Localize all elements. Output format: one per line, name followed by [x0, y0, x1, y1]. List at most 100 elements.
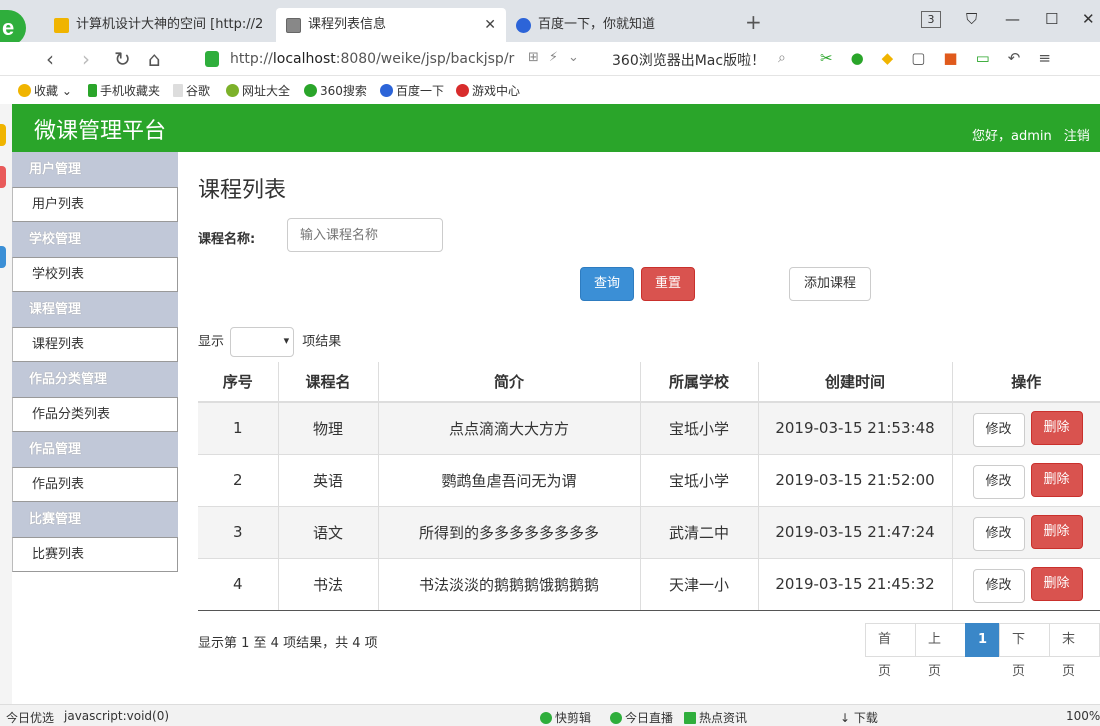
- delete-button[interactable]: 删除: [1030, 515, 1083, 549]
- bookmark-item[interactable]: 游戏中心: [456, 82, 520, 99]
- column-header[interactable]: 所属学校: [640, 362, 759, 403]
- apps-icon[interactable]: ■: [943, 49, 957, 67]
- sidebar-group-title[interactable]: 用户管理: [12, 152, 178, 187]
- back-icon[interactable]: ‹: [46, 47, 54, 71]
- url-text[interactable]: http://localhost:8080/weike/jsp/backjsp/…: [230, 46, 514, 72]
- sidebar-item-works[interactable]: 作品列表: [12, 467, 178, 502]
- today-pick[interactable]: 今日优选: [6, 709, 54, 726]
- add-course-button[interactable]: 添加课程: [789, 267, 871, 301]
- sidebar: 用户管理 用户列表 学校管理 学校列表 课程管理 课程列表 作品分类管理 作品分…: [12, 152, 178, 572]
- browser-tab-active[interactable]: 课程列表信息 ✕: [276, 8, 506, 42]
- sidebar-item-courses[interactable]: 课程列表: [12, 327, 178, 362]
- bookmark-item[interactable]: 手机收藏夹: [88, 82, 160, 99]
- edit-button[interactable]: 修改: [972, 569, 1025, 603]
- cell-school: 武清二中: [640, 505, 759, 558]
- column-header[interactable]: 创建时间: [758, 362, 953, 403]
- delete-button[interactable]: 删除: [1030, 567, 1083, 601]
- bookmark-item[interactable]: 谷歌: [173, 82, 210, 99]
- bookmark-item[interactable]: 网址大全: [226, 82, 290, 99]
- logout-link[interactable]: 注销: [1064, 129, 1090, 144]
- show-prefix: 显示: [198, 334, 225, 350]
- new-tab-icon[interactable]: +: [745, 10, 762, 34]
- sidebar-item-contests[interactable]: 比赛列表: [12, 537, 178, 572]
- edit-button[interactable]: 修改: [972, 465, 1025, 499]
- column-header[interactable]: 课程名: [278, 362, 379, 403]
- browser-tab[interactable]: 百度一下，你就知道: [506, 8, 732, 42]
- translate-icon[interactable]: ●: [851, 49, 864, 67]
- sidebar-group-title[interactable]: 课程管理: [12, 292, 178, 327]
- cell-actions: 修改 删除: [952, 453, 1100, 506]
- close-window-icon[interactable]: ✕: [1082, 10, 1095, 28]
- tab-close-icon[interactable]: ✕: [484, 8, 496, 42]
- game-icon: [456, 84, 469, 97]
- scissors-icon[interactable]: ✂: [820, 49, 833, 67]
- search-icon[interactable]: ⌕: [778, 50, 786, 66]
- news-icon: [684, 712, 696, 724]
- status-item[interactable]: ↓ 下载: [840, 709, 878, 726]
- page-size-select[interactable]: [230, 327, 295, 357]
- sidebar-dot-icon[interactable]: [0, 246, 6, 268]
- bookmark-item[interactable]: 收藏 ⌄: [18, 82, 72, 99]
- sidebar-group-title[interactable]: 学校管理: [12, 222, 178, 257]
- reset-button[interactable]: 重置: [641, 267, 695, 301]
- promo-text[interactable]: 360浏览器出Mac版啦！: [612, 50, 765, 70]
- cell-course-name: 英语: [278, 453, 379, 506]
- status-item[interactable]: 今日直播: [610, 709, 673, 726]
- page-first[interactable]: 首页: [865, 623, 916, 679]
- edit-button[interactable]: 修改: [972, 413, 1025, 448]
- status-item[interactable]: 快剪辑: [540, 709, 591, 726]
- browser-logo-icon[interactable]: e: [0, 10, 26, 46]
- sidebar-item-schools[interactable]: 学校列表: [12, 257, 178, 292]
- sidebar-group-title[interactable]: 比赛管理: [12, 502, 178, 537]
- address-bar: ‹ › ↻ ⌂ http://localhost:8080/weike/jsp/…: [0, 42, 1100, 76]
- cell-intro: 书法淡淡的鹅鹅鹅饿鹅鹅鹅: [378, 557, 641, 611]
- maximize-icon[interactable]: ☐: [1045, 10, 1058, 28]
- forward-icon[interactable]: ›: [82, 47, 90, 71]
- phone-icon: [88, 84, 97, 97]
- sidebar-group-title[interactable]: 作品分类管理: [12, 362, 178, 397]
- tab-count-badge[interactable]: 3: [921, 11, 941, 28]
- cell-course-name: 语文: [278, 505, 379, 558]
- address-tools-icon[interactable]: ⊞⚡⌄: [528, 50, 589, 65]
- zoom-level[interactable]: 100%: [1066, 709, 1100, 723]
- course-name-input[interactable]: [287, 218, 443, 252]
- page-current[interactable]: 1: [964, 623, 1001, 657]
- column-header[interactable]: 序号: [198, 362, 279, 403]
- page-icon: [173, 84, 183, 97]
- cell-course-name: 书法: [278, 557, 379, 611]
- page-next[interactable]: 下页: [999, 623, 1050, 679]
- delete-button[interactable]: 删除: [1030, 463, 1083, 497]
- column-header[interactable]: 简介: [378, 362, 641, 403]
- page-prev[interactable]: 上页: [914, 623, 966, 679]
- query-button[interactable]: 查询: [580, 267, 634, 301]
- security-shield-icon: [205, 51, 219, 67]
- reload-icon[interactable]: ↻: [114, 47, 131, 71]
- ad-block-icon[interactable]: ▢: [911, 49, 925, 67]
- column-header: 操作: [952, 362, 1100, 403]
- cell-actions: 修改 删除: [952, 401, 1100, 454]
- minimize-icon[interactable]: —: [1005, 10, 1020, 28]
- sidebar-group-title[interactable]: 作品管理: [12, 432, 178, 467]
- battery-icon[interactable]: ▭: [976, 49, 990, 67]
- edit-button[interactable]: 修改: [972, 517, 1025, 551]
- status-item[interactable]: 热点资讯: [684, 709, 747, 726]
- sidebar-dot-icon[interactable]: [0, 124, 6, 146]
- page-last[interactable]: 末页: [1049, 623, 1100, 679]
- coupon-icon[interactable]: ◆: [882, 49, 894, 67]
- skin-icon[interactable]: ⛉: [966, 10, 977, 28]
- menu-icon[interactable]: ≡: [1038, 49, 1051, 67]
- sidebar-dot-icon[interactable]: [0, 166, 6, 188]
- search-360-icon: [304, 84, 317, 97]
- cell-actions: 修改 删除: [952, 505, 1100, 558]
- browser-tab[interactable]: 计算机设计大神的空间 [http://2: [44, 8, 262, 42]
- tab-title: 计算机设计大神的空间 [http://2: [76, 17, 262, 32]
- sidebar-item-work-categories[interactable]: 作品分类列表: [12, 397, 178, 432]
- sidebar-item-users[interactable]: 用户列表: [12, 187, 178, 222]
- home-icon[interactable]: ⌂: [148, 47, 161, 71]
- pagination: 首页 上页 1 下页 末页: [865, 623, 1100, 679]
- bookmark-item[interactable]: 百度一下: [380, 82, 444, 99]
- main-content: 课程列表 课程名称: 查询 重置 添加课程 显示 项结果 序号 课程名 简介 所…: [178, 152, 1100, 704]
- delete-button[interactable]: 删除: [1030, 411, 1083, 446]
- bookmark-item[interactable]: 360搜索: [304, 82, 367, 99]
- undo-icon[interactable]: ↶: [1008, 49, 1021, 67]
